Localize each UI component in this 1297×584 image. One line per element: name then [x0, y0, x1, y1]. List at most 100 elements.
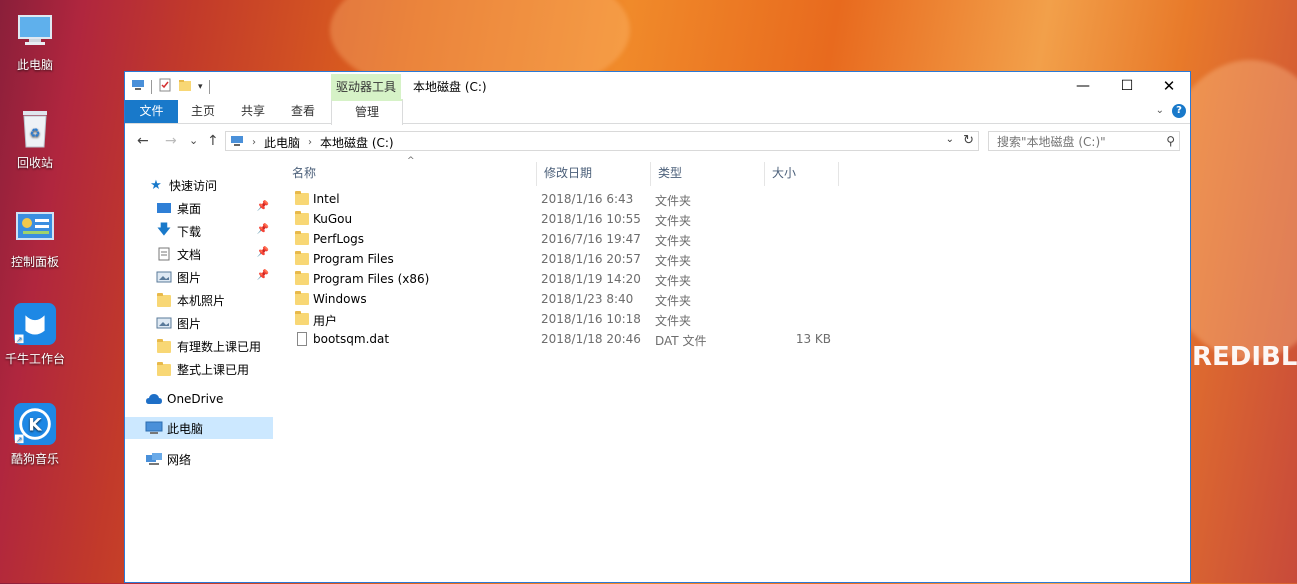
wallpaper-text: REDIBLE	[1192, 342, 1297, 372]
desktop-icon-qianniu[interactable]: ↗ 千牛工作台	[4, 302, 66, 367]
help-icon[interactable]: ?	[1172, 104, 1186, 118]
pin-icon[interactable]: 📌	[257, 201, 269, 212]
tab-file[interactable]: 文件	[125, 100, 178, 123]
sidebar-item-downloads[interactable]: 🡇 下载 📌	[125, 220, 273, 242]
folder-icon	[155, 292, 173, 308]
forward-button[interactable]: →	[165, 133, 177, 149]
table-row[interactable]: Intel 2018/1/16 6:43 文件夹	[285, 190, 845, 210]
table-row[interactable]: KuGou 2018/1/16 10:55 文件夹	[285, 210, 845, 230]
address-bar[interactable]: › 此电脑 › 本地磁盘 (C:) ⌄ ↻	[225, 131, 979, 151]
file-name: Program Files	[313, 252, 394, 266]
folder-icon	[295, 251, 309, 266]
sidebar-item-this-pc[interactable]: 此电脑	[125, 417, 273, 439]
sidebar-item-label: 此电脑	[167, 421, 204, 436]
recent-locations-button[interactable]: ⌄	[189, 134, 198, 147]
table-row[interactable]: bootsqm.dat 2018/1/18 20:46 DAT 文件 13 KB	[285, 330, 845, 350]
network-icon	[145, 451, 163, 467]
customize-toolbar-icon[interactable]: ▾	[198, 82, 203, 92]
table-row[interactable]: 用户 2018/1/16 10:18 文件夹	[285, 310, 845, 330]
sidebar-item-rational-folder[interactable]: 有理数上课已用	[125, 335, 273, 357]
file-modified: 2016/7/16 19:47	[541, 232, 641, 246]
svg-text:↗: ↗	[16, 435, 22, 444]
close-button[interactable]: ✕	[1147, 72, 1191, 100]
qianniu-icon: ↗	[13, 302, 57, 346]
picture-icon	[155, 315, 173, 331]
navigation-pane: ★ 快速访问 桌面 📌 🡇 下载 📌 文档 📌 图片 📌 本机照片 图片 有理数…	[125, 160, 273, 584]
desktop-icon-label: 控制面板	[10, 255, 59, 269]
control-panel-icon	[13, 205, 57, 249]
sidebar-item-pictures[interactable]: 图片 📌	[125, 266, 273, 288]
file-modified: 2018/1/18 20:46	[541, 332, 641, 346]
search-box[interactable]: ⚲	[988, 131, 1180, 151]
table-row[interactable]: Program Files (x86) 2018/1/19 14:20 文件夹	[285, 270, 845, 290]
search-input[interactable]	[995, 134, 1159, 150]
chevron-right-icon[interactable]: ›	[252, 137, 256, 148]
toolbar-separator	[208, 79, 210, 94]
quick-access-toolbar: ▾	[131, 78, 210, 95]
column-header-type[interactable]: 类型	[651, 162, 765, 186]
table-row[interactable]: Windows 2018/1/23 8:40 文件夹	[285, 290, 845, 310]
sidebar-item-quick-access[interactable]: ★ 快速访问	[125, 174, 273, 196]
file-modified: 2018/1/23 8:40	[541, 292, 634, 306]
desktop-icon-recycle-bin[interactable]: ♻ 回收站	[4, 106, 66, 171]
computer-small-icon[interactable]	[131, 79, 145, 94]
sidebar-item-desktop[interactable]: 桌面 📌	[125, 197, 273, 219]
column-header-name[interactable]: 名称	[285, 162, 537, 186]
desktop-icon-kugou[interactable]: K ↗ 酷狗音乐	[4, 402, 66, 467]
computer-icon	[145, 420, 163, 436]
pin-icon[interactable]: 📌	[257, 270, 269, 281]
tab-share[interactable]: 共享	[228, 100, 278, 123]
column-header-modified[interactable]: 修改日期	[537, 162, 651, 186]
sidebar-item-network[interactable]: 网络	[125, 448, 273, 470]
ribbon-tabs: 文件 主页 共享 查看 管理 ⌄ ?	[125, 99, 1190, 125]
expand-ribbon-icon[interactable]: ⌄	[1156, 105, 1164, 116]
sidebar-item-label: 下载	[177, 224, 202, 239]
title-bar[interactable]: ▾ 驱动器工具 本地磁盘 (C:) — ☐ ✕	[125, 72, 1190, 100]
star-icon: ★	[150, 177, 162, 193]
kugou-icon: K ↗	[13, 402, 57, 446]
file-type: 文件夹	[655, 214, 692, 228]
sidebar-item-polynomial-folder[interactable]: 整式上课已用	[125, 358, 273, 380]
tab-view[interactable]: 查看	[278, 100, 328, 123]
tab-home[interactable]: 主页	[178, 100, 228, 123]
table-row[interactable]: Program Files 2018/1/16 20:57 文件夹	[285, 250, 845, 270]
sidebar-item-pictures-2[interactable]: 图片	[125, 312, 273, 334]
pin-icon[interactable]: 📌	[257, 247, 269, 258]
pin-icon[interactable]: 📌	[257, 224, 269, 235]
sidebar-item-label: 本机照片	[177, 293, 226, 308]
sidebar-item-onedrive[interactable]: OneDrive	[125, 388, 273, 410]
svg-text:K: K	[28, 416, 42, 436]
file-type: 文件夹	[655, 194, 692, 208]
sidebar-item-documents[interactable]: 文档 📌	[125, 243, 273, 265]
sidebar-item-label: 图片	[177, 316, 202, 331]
back-button[interactable]: ←	[137, 133, 149, 149]
up-button[interactable]: ↑	[207, 133, 219, 149]
toolbar-separator	[151, 79, 152, 94]
folder-icon	[295, 191, 309, 206]
breadcrumb-this-pc[interactable]: 此电脑	[264, 134, 300, 151]
minimize-button[interactable]: —	[1061, 72, 1105, 100]
navigation-bar: ← → ⌄ ↑ › 此电脑 › 本地磁盘 (C:) ⌄ ↻ ⚲	[125, 124, 1190, 158]
new-folder-icon[interactable]	[178, 78, 192, 95]
table-row[interactable]: PerfLogs 2016/7/16 19:47 文件夹	[285, 230, 845, 250]
desktop-icon-this-pc[interactable]: 此电脑	[4, 8, 66, 73]
folder-icon	[155, 361, 173, 377]
file-name: Windows	[313, 292, 367, 306]
maximize-button[interactable]: ☐	[1105, 72, 1149, 100]
file-type: DAT 文件	[655, 334, 707, 348]
desktop-icon	[155, 200, 173, 216]
file-name: KuGou	[313, 212, 353, 226]
refresh-icon[interactable]: ↻	[963, 133, 974, 148]
file-name: 用户	[313, 314, 338, 328]
breadcrumb-local-disk[interactable]: 本地磁盘 (C:)	[320, 134, 394, 151]
picture-icon	[155, 269, 173, 285]
sidebar-item-local-photos[interactable]: 本机照片	[125, 289, 273, 311]
tab-manage[interactable]: 管理	[331, 99, 403, 125]
desktop-icon-control-panel[interactable]: 控制面板	[4, 205, 66, 270]
chevron-right-icon[interactable]: ›	[308, 137, 312, 148]
properties-icon[interactable]	[158, 78, 172, 95]
address-dropdown-icon[interactable]: ⌄	[946, 134, 954, 145]
window-title: 本地磁盘 (C:)	[413, 80, 487, 94]
column-header-size[interactable]: 大小	[765, 162, 839, 186]
folder-icon	[295, 231, 309, 246]
